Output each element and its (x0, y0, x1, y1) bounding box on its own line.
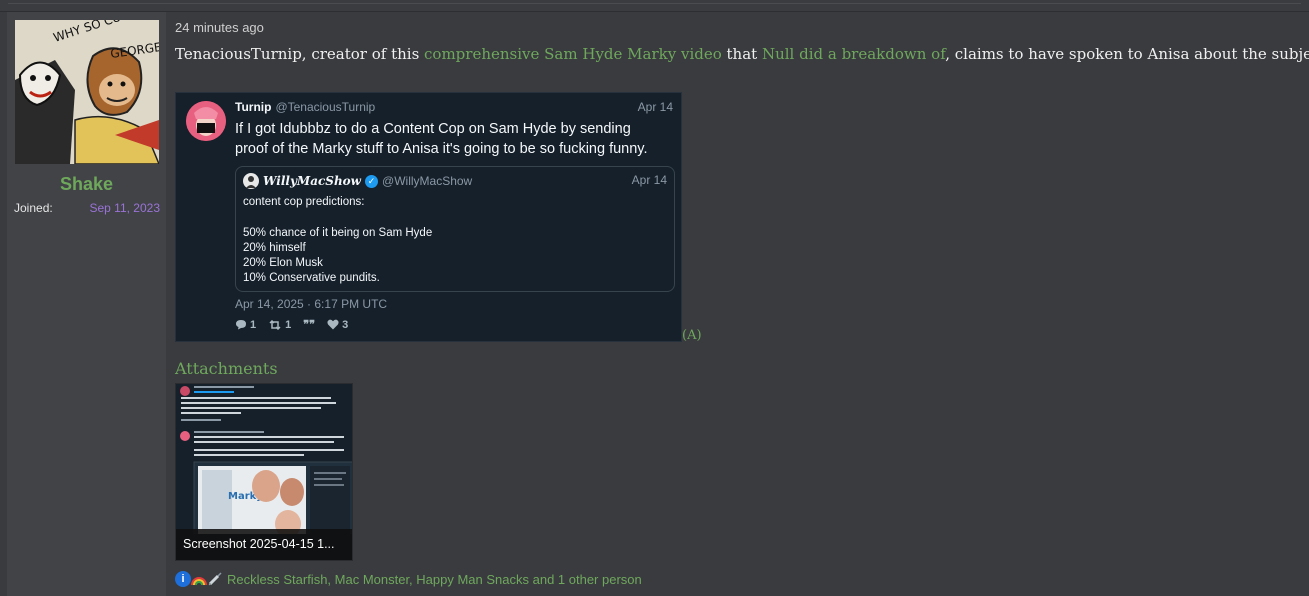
rainbow-icon[interactable] (191, 571, 207, 587)
tweet-timestamp: Apr 14, 2025 · 6:17 PM UTC (235, 297, 388, 311)
embedded-tweet[interactable]: Turnip @TenaciousTurnip Apr 14 If I got I… (175, 92, 682, 342)
retweet-icon (269, 319, 281, 330)
reply-count-value: 1 (250, 318, 257, 331)
tweet-text: If I got Idubbbz to do a Content Cop on … (235, 121, 648, 157)
quoted-handle: @WillyMacShow (382, 174, 473, 188)
quoted-author-name: WillyMacShow (263, 174, 362, 188)
tweet-author: Turnip @TenaciousTurnip (235, 100, 375, 114)
tweet-date: Apr 14 (637, 100, 673, 114)
attachments-heading: Attachments (175, 359, 278, 378)
tweet-avatar (186, 101, 226, 141)
reactions-users[interactable]: Reckless Starfish, Mac Monster, Happy Ma… (227, 572, 642, 587)
attachment-thumbnail[interactable]: Marky Screenshot 2025-04-15 1... (175, 383, 353, 561)
retweet-count[interactable]: 1 (268, 318, 291, 331)
quoted-text: content cop predictions: 50% chance of i… (243, 196, 433, 285)
top-edge (0, 0, 1309, 12)
user-sidebar: WHY SO CURIOUS, GEORGE? Shake Joined: Se… (7, 12, 166, 596)
verified-badge-icon: ✓ (365, 174, 379, 188)
quoted-avatar-icon (243, 173, 259, 189)
quoted-tweet-header: WillyMacShow ✓ @WillyMacShow (243, 173, 472, 189)
post-text-part: , claims to have spoken to Anisa about t… (945, 45, 1309, 63)
heart-icon (327, 319, 339, 330)
post-timestamp[interactable]: 24 minutes ago (175, 20, 264, 35)
like-count[interactable]: 3 (327, 318, 348, 331)
syringe-icon[interactable] (207, 571, 223, 587)
info-icon[interactable]: i (175, 571, 191, 587)
reply-count[interactable]: 1 (235, 318, 256, 331)
tweet-author-name: Turnip (235, 100, 272, 114)
avatar[interactable]: WHY SO CURIOUS, GEORGE? (15, 20, 159, 164)
quoted-date: Apr 14 (631, 173, 667, 187)
reply-icon (236, 320, 246, 330)
avatar-image: WHY SO CURIOUS, GEORGE? (15, 20, 159, 164)
retweet-count-value: 1 (285, 318, 292, 331)
like-count-value: 3 (342, 318, 349, 331)
tweet-stats: 1 1 ❞❞ 3 (235, 318, 348, 331)
breakdown-link[interactable]: Null did a breakdown of (762, 45, 945, 63)
post-text-part: TenaciousTurnip, creator of this (175, 45, 425, 63)
post-body-text: TenaciousTurnip, creator of this compreh… (175, 45, 1309, 63)
archive-link[interactable]: (A) (682, 328, 702, 343)
joined-info: Joined: Sep 11, 2023 (14, 201, 160, 215)
attachment-preview-image: Marky (176, 384, 352, 538)
video-link[interactable]: comprehensive Sam Hyde Marky video (424, 45, 722, 63)
joined-date: Sep 11, 2023 (89, 201, 160, 215)
tweet-handle: @TenaciousTurnip (275, 100, 376, 114)
username[interactable]: Shake (7, 174, 166, 195)
joined-label: Joined: (14, 201, 53, 215)
attachment-caption: Screenshot 2025-04-15 1... (176, 529, 352, 560)
reactions-bar: i Reckless Starfish, Mac Monster, Happy … (175, 570, 642, 588)
quoted-tweet[interactable]: WillyMacShow ✓ @WillyMacShow Apr 14 cont… (235, 166, 675, 292)
post-text-part: that (721, 45, 762, 63)
quote-icon[interactable]: ❞❞ (303, 318, 315, 331)
